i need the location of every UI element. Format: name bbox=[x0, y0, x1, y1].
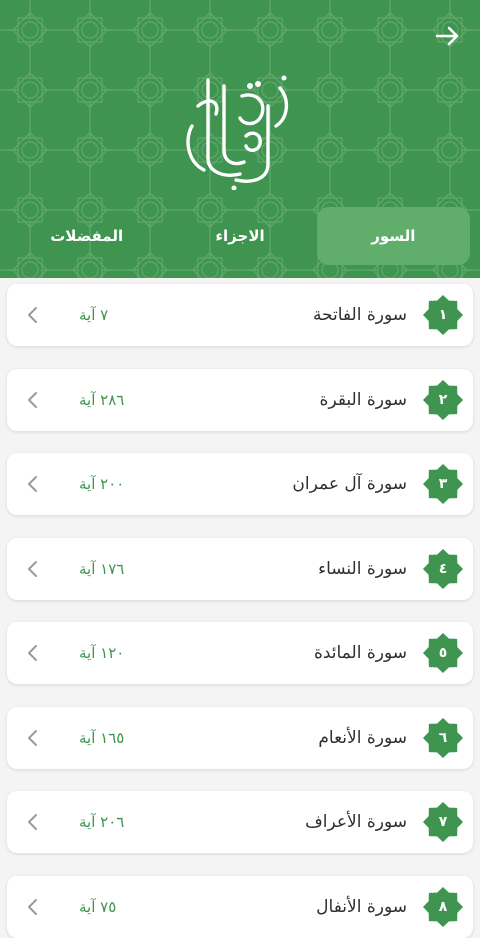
tab-favorites[interactable]: المفضلات bbox=[10, 207, 163, 265]
surah-number: ٦ bbox=[438, 729, 448, 746]
surah-number-badge: ٢ bbox=[423, 379, 463, 420]
surah-number-badge: ٥ bbox=[423, 633, 463, 673]
surah-name: سورة الفاتحة bbox=[312, 305, 407, 325]
surah-ayat-count: ٢٨٦ آية bbox=[79, 390, 125, 409]
surah-name: سورة آل عمران bbox=[292, 474, 407, 494]
chevron-left-icon bbox=[28, 729, 37, 746]
chevron-left-icon bbox=[28, 814, 37, 830]
app-header: السور الاجزاء المفضلات bbox=[0, 0, 480, 278]
surah-list-item[interactable]: ٤ سورة النساء ١٧٦ آية bbox=[7, 537, 473, 600]
chevron-left-icon bbox=[28, 645, 37, 661]
surah-name: سورة الأعراف bbox=[305, 812, 407, 832]
arrow-right-icon bbox=[435, 26, 459, 46]
surah-number: ٧ bbox=[438, 814, 448, 830]
surah-number-badge: ٣ bbox=[423, 464, 463, 504]
surah-number-badge: ٤ bbox=[423, 548, 463, 589]
surah-number: ٢ bbox=[438, 391, 448, 408]
tab-juz[interactable]: الاجزاء bbox=[163, 207, 316, 265]
surah-number: ٣ bbox=[438, 476, 448, 492]
surah-number: ٤ bbox=[438, 560, 448, 577]
surah-list-item[interactable]: ٣ سورة آل عمران ٢٠٠ آية bbox=[7, 453, 473, 515]
surah-list-item[interactable]: ١ سورة الفاتحة ٧ آية bbox=[7, 284, 473, 346]
surah-list-item[interactable]: ٧ سورة الأعراف ٢٠٦ آية bbox=[7, 791, 473, 853]
surah-ayat-count: ١٧٦ آية bbox=[79, 559, 125, 578]
tab-bar: السور الاجزاء المفضلات bbox=[10, 207, 470, 265]
surah-number-badge: ١ bbox=[423, 295, 463, 335]
surah-name: سورة الأنعام bbox=[318, 727, 407, 748]
surah-ayat-count: ١٢٠ آية bbox=[79, 644, 125, 662]
surah-ayat-count: ١٦٥ آية bbox=[79, 728, 125, 747]
surah-ayat-count: ٢٠٠ آية bbox=[79, 475, 125, 493]
surah-number: ٥ bbox=[438, 645, 448, 661]
surah-list-item[interactable]: ٦ سورة الأنعام ١٦٥ آية bbox=[7, 706, 473, 769]
surah-list-item[interactable]: ٥ سورة المائدة ١٢٠ آية bbox=[7, 622, 473, 684]
surah-number-badge: ٨ bbox=[423, 886, 463, 927]
quran-calligraphy-logo bbox=[180, 66, 300, 191]
surah-number: ١ bbox=[438, 307, 448, 323]
surah-number: ٨ bbox=[438, 898, 448, 915]
surah-ayat-count: ٧ آية bbox=[79, 306, 109, 324]
surah-number-badge: ٦ bbox=[423, 717, 463, 758]
chevron-left-icon bbox=[28, 560, 37, 577]
surah-ayat-count: ٧٥ آية bbox=[79, 897, 117, 916]
tab-surahs[interactable]: السور bbox=[316, 207, 470, 265]
surah-name: سورة البقرة bbox=[319, 389, 407, 410]
forward-arrow-button[interactable] bbox=[432, 20, 464, 52]
surah-list-item[interactable]: ٢ سورة البقرة ٢٨٦ آية bbox=[7, 368, 473, 431]
surah-list-item[interactable]: ٨ سورة الأنفال ٧٥ آية bbox=[7, 875, 473, 938]
chevron-left-icon bbox=[28, 476, 37, 492]
surah-name: سورة المائدة bbox=[313, 643, 407, 663]
surah-name: سورة الأنفال bbox=[316, 896, 407, 917]
surah-number-badge: ٧ bbox=[423, 802, 463, 842]
chevron-left-icon bbox=[28, 391, 37, 408]
surah-name: سورة النساء bbox=[318, 558, 407, 579]
surah-ayat-count: ٢٠٦ آية bbox=[79, 813, 125, 831]
chevron-left-icon bbox=[28, 307, 37, 323]
